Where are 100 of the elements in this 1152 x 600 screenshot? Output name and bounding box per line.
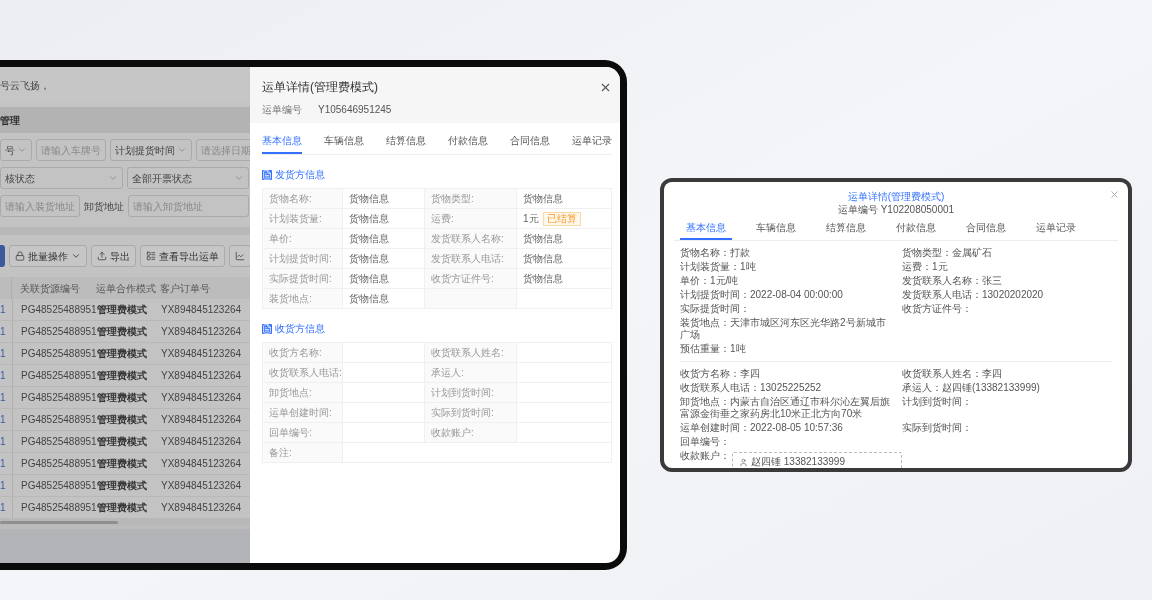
detail-field: 实际到货时间： (902, 422, 972, 433)
detail-field: 货物类型：金属矿石 (902, 247, 992, 258)
field-label: 收货方证件号: (425, 269, 517, 289)
field-value: 货物信息 (349, 232, 389, 246)
tab[interactable]: 合同信息 (960, 220, 1012, 240)
select-field[interactable]: 计划提货时间 (110, 139, 192, 161)
tab[interactable]: 基本信息 (680, 220, 732, 240)
status-tag: 已结算 (542, 211, 581, 226)
table-cell-text: YX894845123264 (161, 325, 243, 339)
tab[interactable]: 车辆信息 (750, 220, 802, 240)
table-link[interactable]: 1 (0, 475, 13, 496)
detail-field: 装货地点：天津市城区河东区光华路2号新城市广场 (680, 317, 886, 340)
tab[interactable]: 付款信息 (448, 133, 488, 154)
table-cell-text: PG48525488951 (21, 369, 97, 383)
detail-field: 计划提货时间：2022-08-04 00:00:00 (680, 289, 843, 300)
field-value: 货物信息 (523, 252, 563, 266)
table-cell-text: 管理费模式 (97, 479, 148, 493)
select-field[interactable]: 号 (0, 139, 32, 161)
table-link[interactable]: 1 (0, 365, 13, 386)
detail-field: 发货联系人电话：13020202020 (902, 289, 1044, 300)
detail-field: 发货联系人名称：张三 (902, 275, 1002, 286)
field-label: 单价: (263, 229, 343, 249)
field-label: 收货方名称: (263, 343, 343, 363)
field-value: 货物信息 (523, 192, 563, 206)
field-label: 备注: (263, 443, 343, 463)
table-cell-text: YX894845123264 (161, 435, 243, 449)
tab[interactable]: 结算信息 (386, 133, 426, 154)
toolbar-button[interactable]: 查看导出运单 (140, 245, 225, 267)
field-value: 货物信息 (349, 272, 389, 286)
field-label: 收款账户: (425, 423, 517, 443)
table-link[interactable]: 1 (0, 453, 13, 474)
table-cell-text: 管理费模式 (97, 303, 148, 317)
tab[interactable]: 车辆信息 (324, 133, 364, 154)
table-cell-text: 管理费模式 (97, 391, 148, 405)
field-value: 货物信息 (349, 212, 389, 226)
field-label: 装货地点: (263, 289, 343, 309)
field-label: 运单创建时间: (263, 403, 343, 423)
table-link[interactable]: 1 (0, 387, 13, 408)
detail-field: 预估重量：1吨 (680, 343, 746, 354)
tab[interactable]: 付款信息 (890, 220, 942, 240)
field-label: 回单编号: (263, 423, 343, 443)
table-cell-text: YX894845123264 (161, 303, 243, 317)
waybill-number: 运单编号 Y102208050001 (837, 203, 955, 216)
detail-field: 运单创建时间：2022-08-05 10:57:36 (680, 422, 843, 433)
table-cell-text: YX894845123264 (161, 457, 243, 471)
tab[interactable]: 结算信息 (820, 220, 872, 240)
account-name: 赵四锤 13382133999 (751, 456, 845, 468)
field-value: 货物信息 (523, 272, 563, 286)
table-cell-text: YX894845123264 (161, 479, 243, 493)
detail-field: 收货方名称：李四 (680, 368, 760, 379)
detail-field: 承运人：赵四锤(13382133999) (902, 382, 1040, 393)
table-cell-text: PG48525488951 (21, 347, 97, 361)
toolbar-button[interactable]: 导出 (91, 245, 136, 267)
table-cell-text: 管理费模式 (97, 435, 148, 449)
tab[interactable]: 运单记录 (572, 133, 612, 154)
table-cell-text: PG48525488951 (21, 457, 97, 471)
tab[interactable]: 基本信息 (262, 133, 302, 154)
field-label: 发货联系人电话: (425, 249, 517, 269)
field-label: 计划装货量: (263, 209, 343, 229)
column-header: 客户订单号 (160, 281, 211, 296)
section-title: 收货方信息 (275, 322, 325, 336)
field-label: 收货联系人姓名: (425, 343, 517, 363)
select-field[interactable]: 全部开票状态 (126, 167, 249, 189)
table-cell-text: 管理费模式 (97, 325, 148, 339)
section-title: 发货方信息 (275, 168, 325, 182)
field-label: 计划提货时间: (263, 249, 343, 269)
field-value: 货物信息 (523, 232, 563, 246)
column-header: 运单合作模式 (96, 281, 157, 296)
table-link[interactable]: 1 (0, 409, 13, 430)
table-cell-text: 管理费模式 (97, 457, 148, 471)
detail-field: 收货方证件号： (902, 303, 972, 314)
field-label: 卸货地点: (263, 383, 343, 403)
detail-field: 货物名称：打款 (680, 247, 750, 258)
table-link[interactable]: 1 (0, 343, 13, 364)
field-label: 货物名称: (263, 189, 343, 209)
table-link[interactable]: 1 (0, 497, 13, 518)
detail-field: 计划装货量：1吨 (680, 261, 756, 272)
field-label: 发货联系人名称: (425, 229, 517, 249)
select-field[interactable]: 核状态 (0, 167, 123, 189)
tab[interactable]: 合同信息 (510, 133, 550, 154)
detail-field: 卸货地点：内蒙古自治区通辽市科尔沁左翼后旗富源金街垂之家药房北10米正北方向70米 (680, 396, 890, 419)
tab[interactable]: 运单记录 (1030, 220, 1082, 240)
table-cell-text: YX894845123264 (161, 347, 243, 361)
field-value: 货物信息 (349, 292, 389, 306)
field-label: 卸货地址 (84, 199, 124, 214)
dialog-title: 运单详情(管理费模式) (262, 79, 378, 96)
detail-field: 回单编号： (680, 436, 730, 447)
detail-field: 计划到货时间： (902, 396, 972, 407)
field-label: 实际提货时间: (263, 269, 343, 289)
table-cell-text: 管理费模式 (97, 501, 148, 515)
field-label: 运费: (425, 209, 517, 229)
table-cell-text: YX894845123264 (161, 391, 243, 405)
table-link[interactable]: 1 (0, 321, 13, 342)
table-cell-text: PG48525488951 (21, 413, 97, 427)
table-cell-text: PG48525488951 (21, 303, 97, 317)
waybill-number: Y105646951245 (318, 103, 392, 117)
table-link[interactable]: 1 (0, 431, 13, 452)
greeting-text: 号云飞扬， (0, 78, 50, 93)
toolbar-button[interactable]: 批量操作 (9, 245, 87, 267)
table-link[interactable]: 1 (0, 299, 13, 320)
